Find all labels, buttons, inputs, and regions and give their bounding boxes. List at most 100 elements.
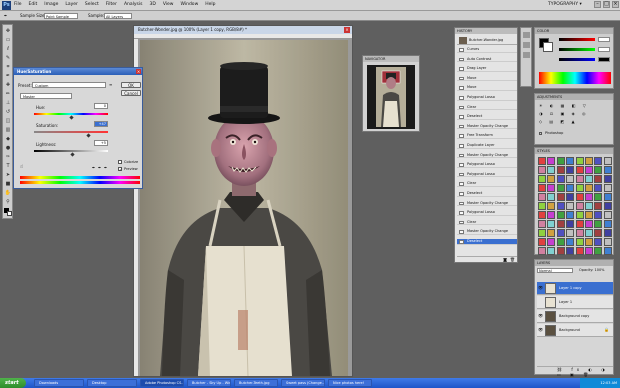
- style-swatch[interactable]: [538, 238, 546, 246]
- history-item[interactable]: Free Transform: [457, 133, 517, 139]
- history-item[interactable]: Deselect: [457, 114, 517, 120]
- style-swatch[interactable]: [566, 247, 575, 255]
- maximize-icon[interactable]: □: [603, 1, 610, 8]
- adjustments-checkbox[interactable]: [539, 132, 542, 135]
- ok-button[interactable]: OK: [121, 82, 141, 88]
- lightness-slider-thumb[interactable]: [70, 152, 75, 157]
- shape-tool-icon[interactable]: ■: [4, 181, 12, 188]
- history-item[interactable]: Clear: [457, 105, 517, 111]
- stamp-tool-icon[interactable]: ⊥: [4, 100, 12, 107]
- style-swatch[interactable]: [547, 238, 556, 246]
- style-swatch[interactable]: [594, 184, 603, 192]
- style-swatch[interactable]: [594, 157, 603, 165]
- info-dock-icon[interactable]: [523, 52, 530, 58]
- style-swatch[interactable]: [575, 166, 584, 174]
- eyedropper-icon[interactable]: ✒: [92, 165, 95, 170]
- history-item[interactable]: Drag Layer: [457, 66, 517, 72]
- style-swatch[interactable]: [585, 220, 593, 228]
- style-swatch[interactable]: [585, 184, 593, 192]
- style-swatch[interactable]: [556, 166, 565, 174]
- menu-view[interactable]: View: [163, 2, 174, 7]
- style-swatch[interactable]: [585, 247, 593, 255]
- eyedropper-plus-icon[interactable]: ✒: [98, 165, 101, 170]
- eye-icon[interactable]: 👁: [538, 328, 543, 332]
- history-item[interactable]: Polygonal Lasso: [457, 210, 517, 216]
- style-swatch[interactable]: [603, 229, 612, 237]
- style-swatch[interactable]: [547, 202, 556, 210]
- style-swatch[interactable]: [538, 184, 546, 192]
- style-swatch[interactable]: [556, 238, 565, 246]
- style-swatch[interactable]: [538, 247, 546, 255]
- green-slider[interactable]: [559, 48, 595, 51]
- history-snapshot[interactable]: Butcher-Wonder.jpg: [457, 36, 517, 45]
- saturation-slider-thumb[interactable]: [85, 133, 91, 138]
- style-swatch[interactable]: [556, 184, 565, 192]
- menu-image[interactable]: Image: [44, 2, 58, 7]
- style-swatch[interactable]: [547, 229, 556, 237]
- style-swatch[interactable]: [538, 220, 546, 228]
- eyedropper-tool-icon[interactable]: ✒: [4, 73, 12, 80]
- style-swatch[interactable]: [566, 193, 575, 201]
- style-swatch[interactable]: [603, 202, 612, 210]
- style-swatch[interactable]: [556, 220, 565, 228]
- marquee-tool-icon[interactable]: ▭: [4, 37, 12, 44]
- style-swatch[interactable]: [575, 193, 584, 201]
- style-swatch[interactable]: [566, 202, 575, 210]
- history-item[interactable]: Master Opacity Change: [457, 201, 517, 207]
- type-tool-icon[interactable]: T: [4, 163, 12, 170]
- cancel-button[interactable]: Cancel: [121, 90, 141, 96]
- navigator-preview[interactable]: [367, 65, 415, 129]
- style-swatch[interactable]: [594, 193, 603, 201]
- style-swatch[interactable]: [556, 211, 565, 219]
- layer-row[interactable]: 👁 Background copy: [537, 310, 613, 323]
- gradient-tool-icon[interactable]: ▥: [4, 127, 12, 134]
- eye-icon[interactable]: 👁: [538, 314, 543, 318]
- history-item[interactable]: Move: [457, 85, 517, 91]
- preset-options-icon[interactable]: ≡: [109, 82, 112, 87]
- style-swatch[interactable]: [594, 211, 603, 219]
- eye-icon[interactable]: [538, 300, 543, 304]
- style-swatch[interactable]: [575, 247, 584, 255]
- layer-row[interactable]: 👁 Background 🔒: [537, 324, 613, 337]
- style-swatch[interactable]: [575, 157, 584, 165]
- style-swatch[interactable]: [575, 211, 584, 219]
- taskbar-button[interactable]: Nice photos here!: [328, 379, 372, 387]
- blur-tool-icon[interactable]: ◆: [4, 136, 12, 143]
- taskbar-button[interactable]: Butcher-Teeth.jpg: [234, 379, 278, 387]
- history-item[interactable]: Master Opacity Change: [457, 124, 517, 130]
- style-swatch[interactable]: [547, 175, 556, 183]
- hand-tool-icon[interactable]: ✋: [4, 190, 12, 197]
- menu-3d[interactable]: 3D: [149, 2, 155, 7]
- quick-select-tool-icon[interactable]: ✎: [4, 55, 12, 62]
- style-swatch[interactable]: [566, 220, 575, 228]
- blue-value-field[interactable]: [598, 57, 610, 62]
- style-swatch[interactable]: [603, 247, 612, 255]
- style-swatch[interactable]: [594, 247, 603, 255]
- history-brush-icon[interactable]: ↺: [4, 109, 12, 116]
- preset-select[interactable]: Custom: [32, 82, 106, 88]
- menu-layer[interactable]: Layer: [65, 2, 78, 7]
- lightness-value-field[interactable]: +5: [94, 140, 108, 146]
- history-item[interactable]: Move: [457, 76, 517, 82]
- style-swatch[interactable]: [585, 229, 593, 237]
- healing-tool-icon[interactable]: ✚: [4, 82, 12, 89]
- style-swatch[interactable]: [603, 184, 612, 192]
- sample-select[interactable]: All Layers: [104, 13, 132, 19]
- history-dock-icon[interactable]: [523, 42, 530, 48]
- preview-checkbox[interactable]: ✓: [118, 167, 122, 172]
- style-swatch[interactable]: [566, 166, 575, 174]
- style-swatch[interactable]: [585, 175, 593, 183]
- close-icon[interactable]: ×: [612, 1, 619, 8]
- history-item[interactable]: Deselect: [457, 191, 517, 197]
- style-swatch[interactable]: [594, 220, 603, 228]
- eyedropper-minus-icon[interactable]: ✒: [104, 165, 107, 170]
- style-swatch[interactable]: [585, 157, 593, 165]
- menu-analysis[interactable]: Analysis: [124, 2, 143, 7]
- menu-select[interactable]: Select: [85, 2, 99, 7]
- style-swatch[interactable]: [556, 202, 565, 210]
- style-swatch[interactable]: [603, 166, 612, 174]
- targeted-adjust-icon[interactable]: ☝: [20, 164, 23, 170]
- style-swatch[interactable]: [538, 157, 546, 165]
- style-swatch[interactable]: [547, 157, 556, 165]
- adjustment-icons-row-3[interactable]: ◇ ▤ ◩ ▲: [539, 119, 578, 124]
